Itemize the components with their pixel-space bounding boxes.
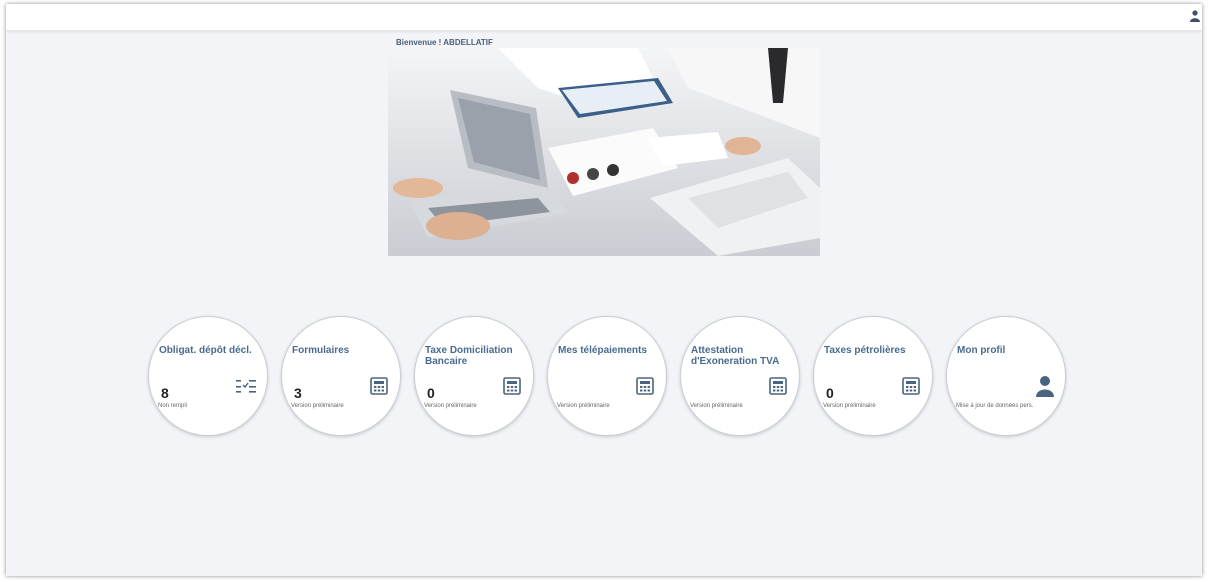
- tile-subtitle: Version préliminaire: [424, 403, 477, 409]
- tile-title: Mes télépaiements: [558, 345, 647, 356]
- calculator-icon: [769, 377, 787, 395]
- welcome-text: Bienvenue ! ABDELLATIF: [396, 38, 493, 47]
- tile-forms[interactable]: Formulaires 3 Version préliminaire: [281, 316, 401, 436]
- tile-subtitle: Version préliminaire: [291, 403, 344, 409]
- tile-title: Taxe Domiciliation Bancaire: [425, 345, 513, 367]
- tile-count: 0: [427, 385, 435, 401]
- tile-subtitle: Version préliminaire: [557, 403, 610, 409]
- calculator-icon: [636, 377, 654, 395]
- tile-vat-exemption-certificate[interactable]: Attestation d'Exoneration TVA Version pr…: [680, 316, 800, 436]
- tile-my-profile[interactable]: Mon profil Mise à jour de données pers.: [946, 316, 1066, 436]
- tile-my-payments[interactable]: Mes télépaiements Version préliminaire: [547, 316, 667, 436]
- tile-count: 0: [826, 385, 834, 401]
- tile-title: Taxes pétrolières: [824, 345, 906, 356]
- calculator-icon: [370, 377, 388, 395]
- tile-subtitle: Version préliminaire: [823, 403, 876, 409]
- calculator-icon: [902, 377, 920, 395]
- app-frame: Bienvenue ! ABDELLATIF Obligat. dépôt dé…: [6, 4, 1202, 576]
- tile-count: 3: [294, 385, 302, 401]
- tile-title: Obligat. dépôt décl.: [159, 345, 252, 356]
- tile-count: 8: [161, 385, 169, 401]
- tile-title: Mon profil: [957, 345, 1006, 356]
- user-icon[interactable]: [1190, 10, 1200, 22]
- hero-image: [388, 48, 820, 256]
- calculator-icon: [503, 377, 521, 395]
- tile-bank-domiciliation-tax[interactable]: Taxe Domiciliation Bancaire 0 Version pr…: [414, 316, 534, 436]
- person-icon: [1036, 376, 1054, 397]
- tile-subtitle: Non rempli: [158, 403, 188, 409]
- tile-title: Formulaires: [292, 345, 350, 356]
- top-bar: [6, 4, 1202, 30]
- tile-subtitle: Version préliminaire: [690, 403, 743, 409]
- tile-petroleum-taxes[interactable]: Taxes pétrolières 0 Version préliminaire: [813, 316, 933, 436]
- tile-subtitle: Mise à jour de données pers.: [956, 403, 1034, 409]
- tile-title: Attestation d'Exoneration TVA: [691, 345, 780, 367]
- tile-declaration-obligations[interactable]: Obligat. dépôt décl. 8 Non rempli: [148, 316, 268, 436]
- checklist-icon: [236, 380, 256, 393]
